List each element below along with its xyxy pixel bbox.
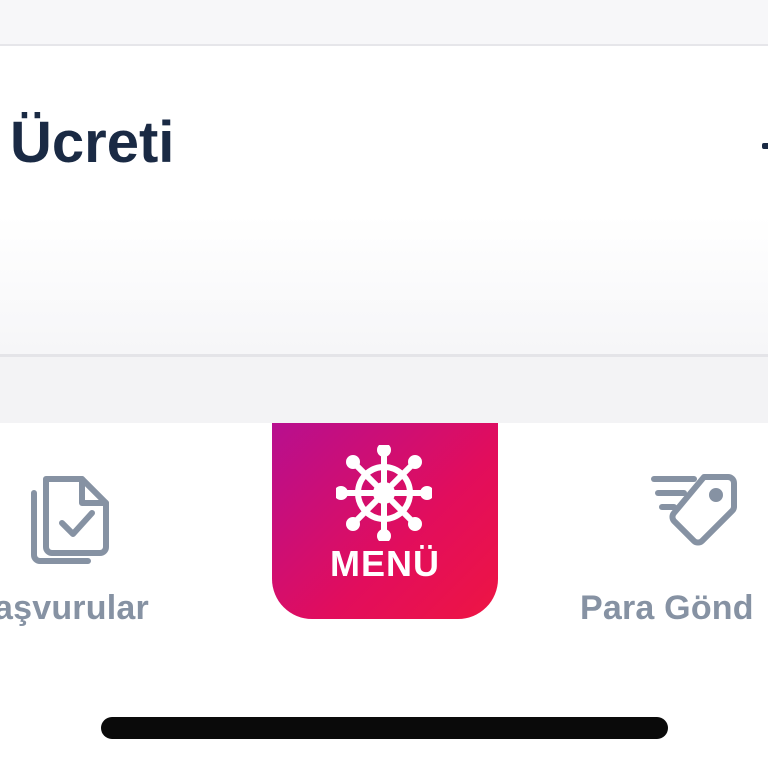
- fee-card[interactable]: [0, 46, 768, 354]
- gray-band: [0, 357, 768, 423]
- documents-check-icon: [24, 469, 114, 565]
- home-indicator[interactable]: [101, 717, 668, 739]
- top-strip: [0, 0, 768, 44]
- tab-para-gonder[interactable]: Para Gönd: [560, 423, 768, 653]
- tab-basvurular-label: aşvurular: [0, 589, 149, 627]
- app-screen: Ücreti aşvurular Para Gönd MENÜ: [0, 0, 768, 768]
- menu-button-label: MENÜ: [330, 543, 440, 584]
- tab-basvurular[interactable]: aşvurular: [0, 423, 260, 653]
- card-value-fragment: [762, 143, 768, 149]
- ship-wheel-icon: [334, 443, 434, 546]
- card-title: Ücreti: [10, 110, 175, 175]
- tab-para-gonder-label: Para Gönd: [580, 589, 754, 627]
- send-money-tag-icon: [650, 473, 746, 563]
- menu-button[interactable]: MENÜ: [272, 423, 498, 619]
